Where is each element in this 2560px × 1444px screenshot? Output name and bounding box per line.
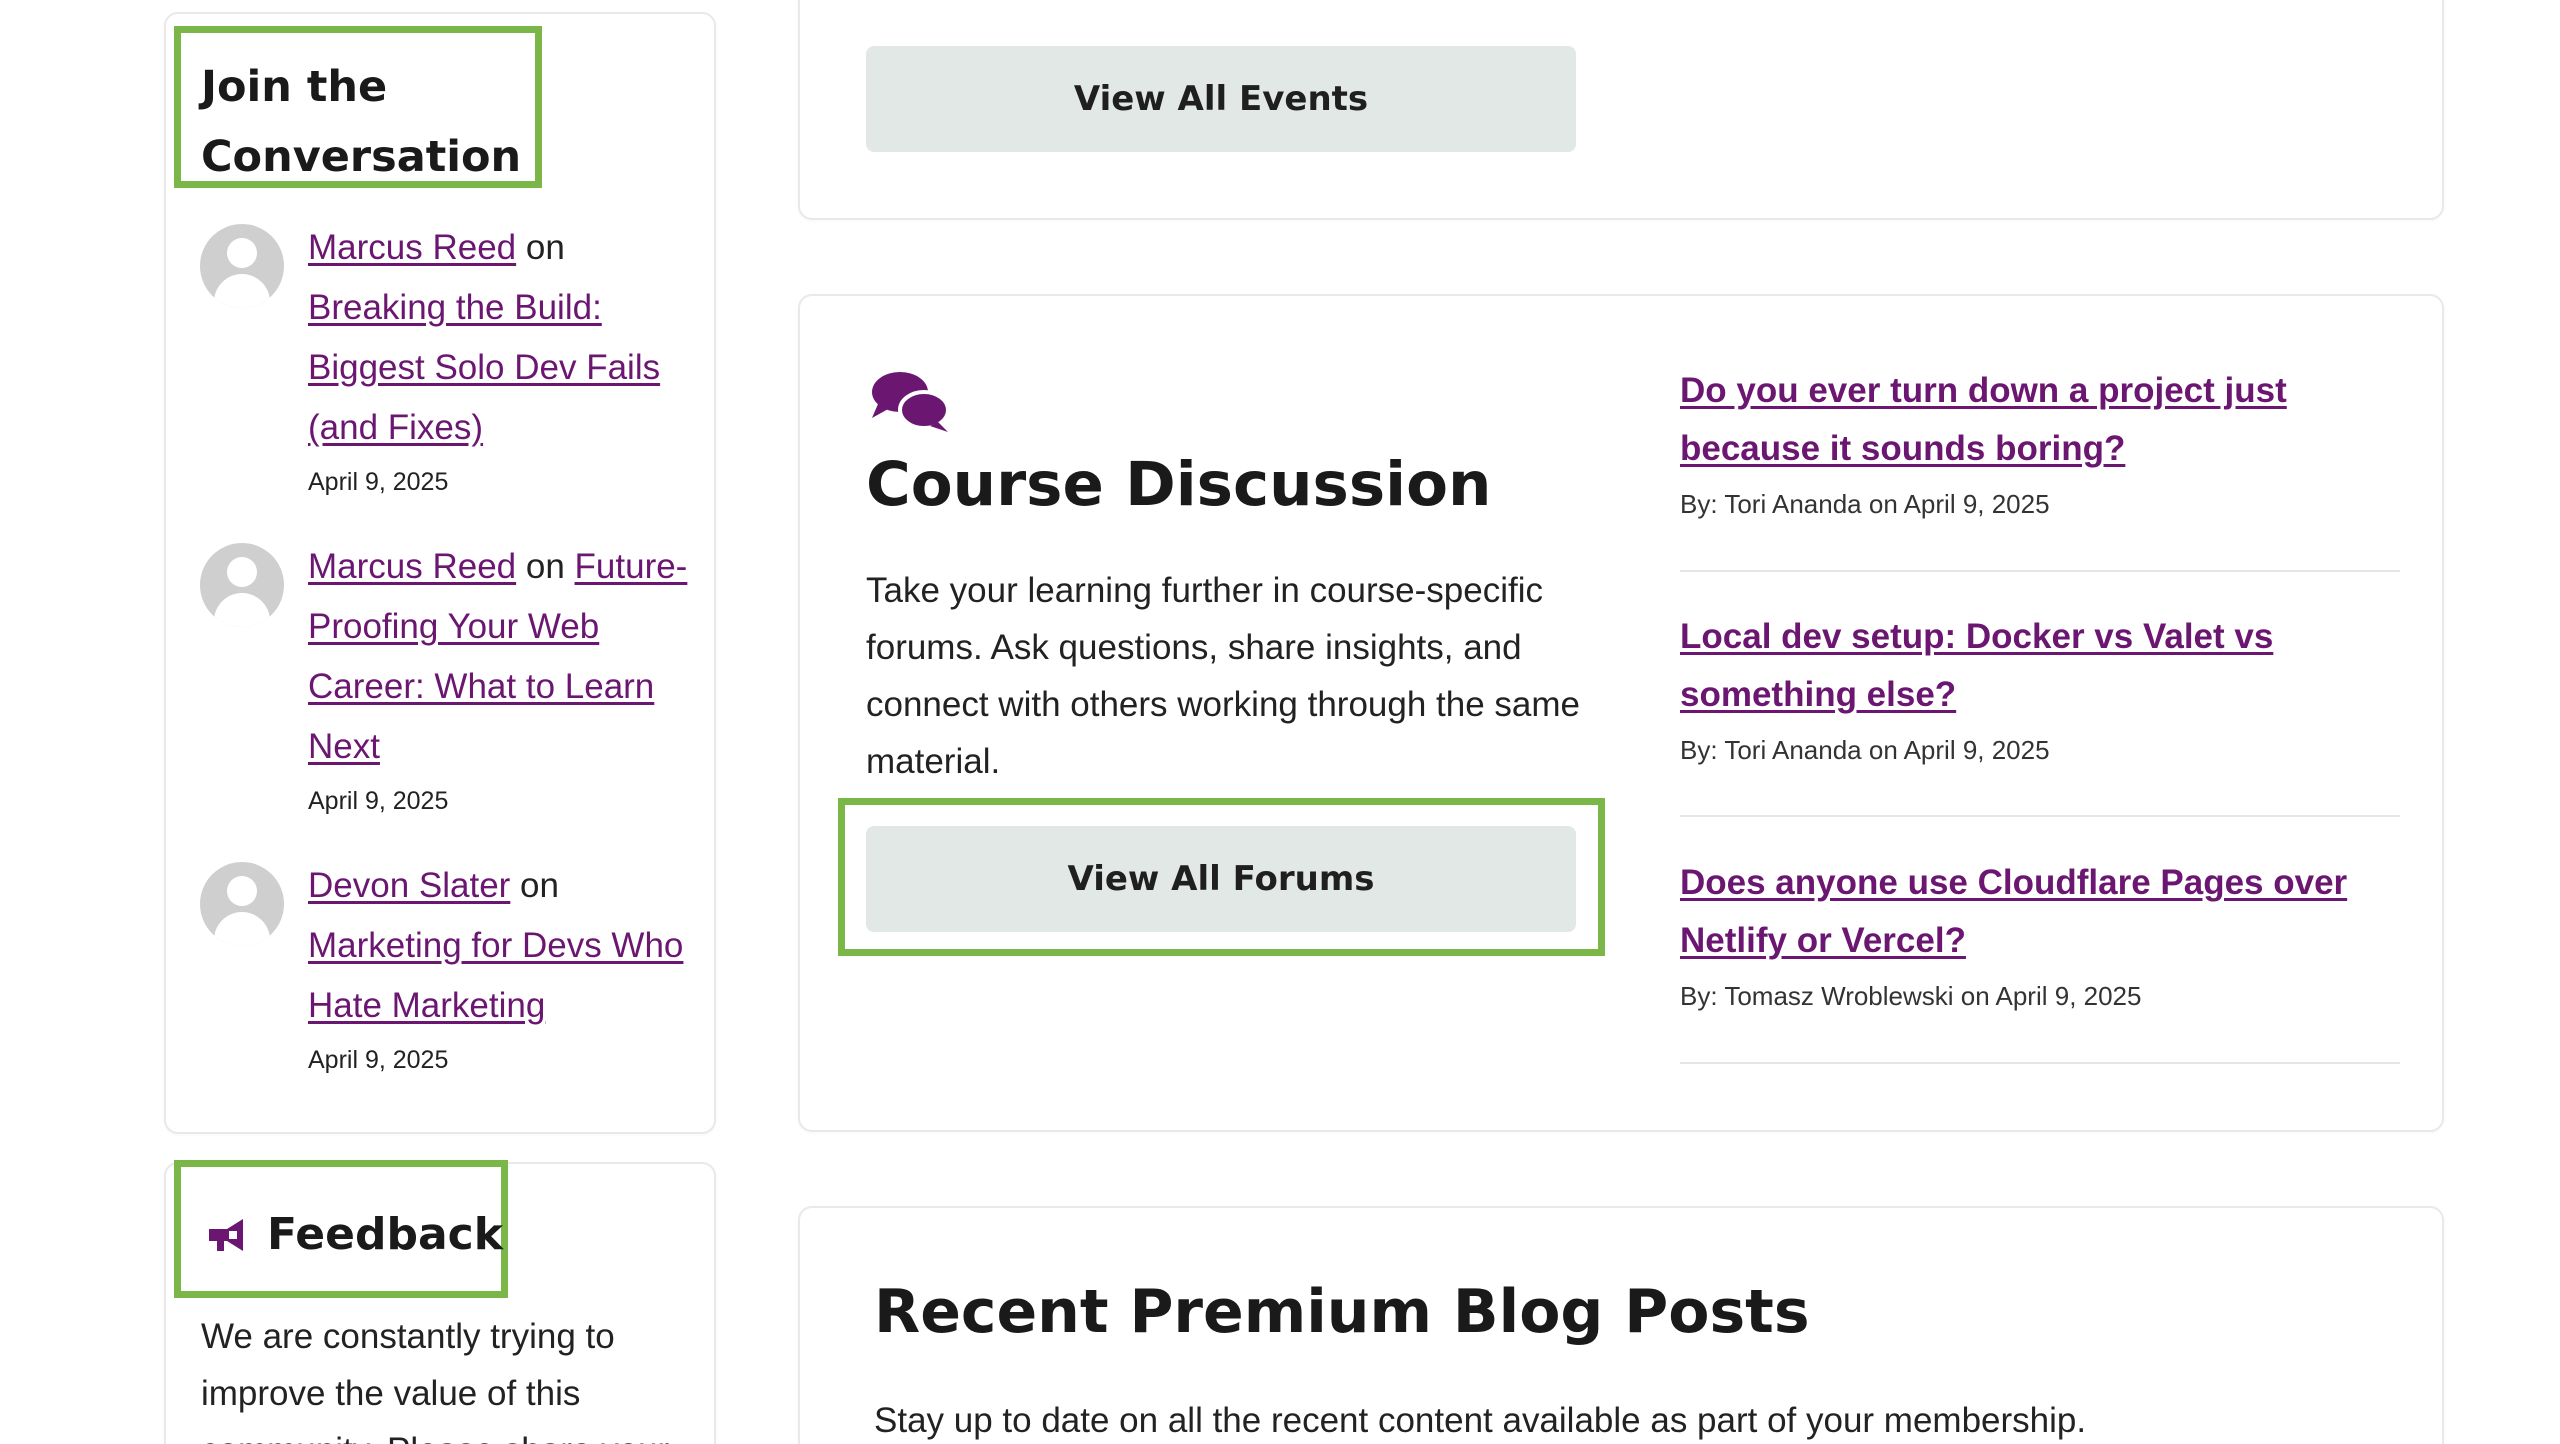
comment-author-link[interactable]: Devon Slater — [308, 866, 510, 905]
conversation-title-line1: Join the — [201, 62, 388, 112]
conversation-title: Join the Conversation — [201, 52, 521, 192]
page: Join the Conversation Marcus Reed on Bre… — [0, 0, 2560, 1444]
megaphone-icon — [209, 1219, 243, 1251]
premium-posts-title: Recent Premium Blog Posts — [874, 1277, 1810, 1347]
comment-post-link[interactable]: Breaking the Build: Biggest Solo Dev Fai… — [308, 288, 660, 447]
forum-topic: Do you ever turn down a project just bec… — [1680, 362, 2400, 524]
comment-author-link[interactable]: Marcus Reed — [308, 547, 516, 586]
avatar — [200, 224, 284, 308]
forum-topic-link[interactable]: Local dev setup: Docker vs Valet vs some… — [1680, 617, 2273, 714]
comment-author-link[interactable]: Marcus Reed — [308, 228, 516, 267]
forum-topic: Does anyone use Cloudflare Pages over Ne… — [1680, 854, 2400, 1016]
comment-text: Devon Slater on Marketing for Devs Who H… — [308, 856, 708, 1080]
feedback-text: We are constantly trying to improve the … — [201, 1317, 669, 1444]
comment-on-label: on — [516, 547, 575, 586]
feedback-title: Feedback — [205, 1200, 503, 1270]
comment-post-link[interactable]: Marketing for Devs Who Hate Marketing — [308, 926, 683, 1025]
divider — [1680, 1062, 2400, 1064]
avatar — [200, 543, 284, 627]
forum-topic-meta: By: Tomasz Wroblewski on April 9, 2025 — [1680, 981, 2142, 1011]
comment-text: Marcus Reed on Breaking the Build: Bigge… — [308, 218, 708, 502]
conversation-title-line2: Conversation — [201, 132, 522, 182]
forum-topic-meta: By: Tori Ananda on April 9, 2025 — [1680, 489, 2050, 519]
comment-date: April 9, 2025 — [308, 468, 449, 496]
comment-on-label: on — [516, 228, 565, 267]
forum-topic-link[interactable]: Do you ever turn down a project just bec… — [1680, 371, 2287, 468]
course-discussion-description: Take your learning further in course-spe… — [866, 571, 1580, 781]
comment-text: Marcus Reed on Future-Proofing Your Web … — [308, 537, 708, 821]
comment-date: April 9, 2025 — [308, 787, 449, 815]
forum-topic-meta: By: Tori Ananda on April 9, 2025 — [1680, 735, 2050, 765]
comment-on-label: on — [510, 866, 559, 905]
forum-topic-link[interactable]: Does anyone use Cloudflare Pages over Ne… — [1680, 863, 2347, 960]
premium-posts-subtitle: Stay up to date on all the recent conten… — [874, 1401, 2087, 1440]
view-all-events-button[interactable]: View All Events — [866, 46, 1576, 152]
avatar — [200, 862, 284, 946]
view-all-forums-button[interactable]: View All Forums — [866, 826, 1576, 932]
divider — [1680, 815, 2400, 817]
forum-topic: Local dev setup: Docker vs Valet vs some… — [1680, 608, 2400, 770]
feedback-title-text: Feedback — [267, 1209, 503, 1260]
chat-bubbles-icon — [872, 372, 950, 432]
comment-date: April 9, 2025 — [308, 1046, 449, 1074]
divider — [1680, 570, 2400, 572]
course-discussion-title: Course Discussion — [866, 449, 1492, 520]
